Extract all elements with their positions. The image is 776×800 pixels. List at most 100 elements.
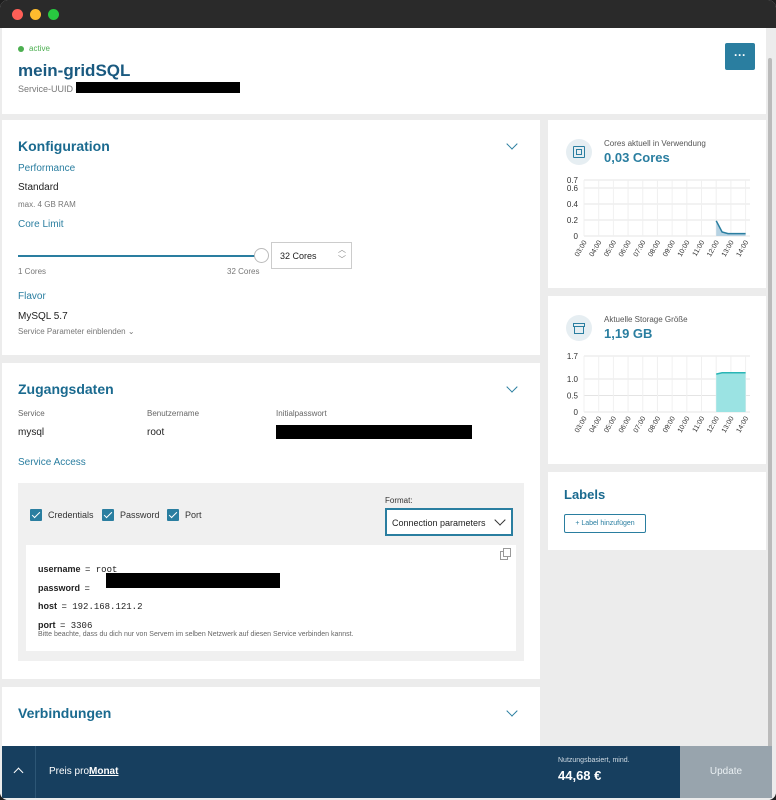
core-slider-handle[interactable] [254,248,269,263]
price-prefix: Preis pro [49,766,90,777]
config-card: Konfiguration Performance Standard max. … [2,120,540,355]
x-tick-label: 05:00 [603,239,618,258]
page-title: mein-gridSQL [18,61,131,80]
service-value: mysql [18,427,45,438]
cores-value: 0,03 Cores [604,150,670,165]
x-tick-label: 11:00 [692,415,707,433]
format-label: Format: [385,496,413,505]
x-tick-label: 08:00 [647,239,662,258]
col-user-header: Benutzername [147,409,200,418]
core-stepper-value: 32 Cores [280,251,317,261]
cpu-icon [566,139,592,165]
expand-footer-button[interactable] [2,746,36,798]
storage-value: 1,19 GB [604,326,653,341]
y-tick-label: 0.5 [567,392,579,401]
chevron-down-icon[interactable] [506,381,518,393]
col-service-header: Service [18,409,45,418]
cores-chart: 0 0.2 0.4 0.60.7 03:00 04:00 05:00 06:00 07:00 08… [567,176,750,258]
core-stepper[interactable]: 32 Cores ︿ ﹀ [271,242,352,269]
x-tick-label: 06:00 [618,239,633,258]
y-tick-label: 0 [574,232,579,241]
param-key-port: port [38,619,56,630]
series-area [716,372,746,412]
x-tick-label: 13:00 [721,239,736,258]
x-tick-label: 14:00 [735,239,750,258]
x-tick-label: 07:00 [633,239,648,258]
minimize-window-button[interactable] [30,9,41,20]
service-access-panel: Credentials Password Port Format: Connec… [18,483,524,661]
config-title: Konfiguration [18,138,110,154]
password-checkbox[interactable] [102,509,114,521]
service-access-label: Service Access [18,457,86,468]
x-tick-label: 06:00 [618,415,633,434]
add-label-button[interactable]: + Label hinzufügen [564,514,646,533]
param-key-host: host [38,601,57,611]
chevron-down-icon[interactable] [506,138,518,150]
username-value: root [147,427,165,438]
password-label: Password [120,510,160,520]
scrollbar[interactable] [768,58,772,778]
x-tick-label: 03:00 [574,239,589,258]
labels-card: Labels + Label hinzufügen [548,472,766,550]
chevron-down-icon [494,514,506,526]
performance-sub: max. 4 GB RAM [18,200,76,209]
port-checkbox[interactable] [167,509,179,521]
params-list: username = root password = host = 192.16… [38,560,142,634]
storage-chart: 0 0.5 1.0 1.7 03:00 04:00 05:00 06:00 07:00 08:00… [567,352,750,434]
y-tick-label: 1.7 [567,352,579,361]
core-limit-label: Core Limit [18,219,64,230]
service-params-label: Service Parameter einblenden [18,327,126,336]
storage-label: Aktuelle Storage Größe [604,315,688,324]
core-slider-track[interactable] [18,255,261,257]
storage-card: Aktuelle Storage Größe 1,19 GB 0 0.5 1.0 1.… [548,296,766,464]
copy-icon-back [503,548,511,557]
chevron-down-icon[interactable] [506,705,518,717]
flavor-label: Flavor [18,291,46,302]
x-tick-label: 12:00 [706,239,721,258]
x-tick-label: 10:00 [677,239,692,258]
x-tick-label: 08:00 [647,415,662,434]
x-tick-label: 09:00 [662,239,677,258]
cores-label: Cores aktuell in Verwendung [604,139,706,148]
param-key-password: password [38,582,81,593]
close-window-button[interactable] [12,9,23,20]
status-badge: active [29,44,50,53]
maximize-window-button[interactable] [48,9,59,20]
price-footer: Preis pro Monat Nutzungsbasiert, mind. 4… [2,746,772,798]
range-max-label: 32 Cores [227,267,260,276]
x-tick-label: 07:00 [633,415,648,434]
x-tick-label: 11:00 [692,239,707,257]
col-pass-header: Initialpasswort [276,409,327,418]
x-tick-label: 10:00 [677,415,692,434]
y-tick-label: 0.4 [567,200,579,209]
flavor-value: MySQL 5.7 [18,311,68,322]
cores-card: Cores aktuell in Verwendung 0,03 Cores 0… [548,120,766,288]
labels-title: Labels [564,487,606,502]
format-select-value: Connection parameters [392,518,486,528]
more-menu-button[interactable]: ··· [725,43,755,70]
y-tick-label: 0.6 [567,184,579,193]
port-label: Port [185,510,202,520]
service-uuid-label: Service-UUID c [18,84,81,94]
stepper-down-icon[interactable]: ﹀ [338,254,346,265]
x-tick-label: 03:00 [574,415,589,434]
update-button[interactable]: Update [680,746,772,798]
performance-value: Standard [18,182,59,193]
x-tick-label: 04:00 [589,415,604,434]
price-period-link[interactable]: Monat [89,766,118,777]
page-content: active mein-gridSQL Service-UUID c ··· K… [0,28,776,800]
service-params-toggle[interactable]: Service Parameter einblenden ⌄ [18,327,135,336]
storage-box-icon [566,315,592,341]
y-tick-label: 0.2 [567,216,579,225]
x-tick-label: 09:00 [662,415,677,434]
chevron-down-small-icon: ⌄ [127,327,135,336]
service-header: active mein-gridSQL Service-UUID c ··· [2,28,766,114]
connections-title: Verbindungen [18,705,112,721]
price-value: 44,68 € [558,768,602,783]
credentials-label: Credentials [48,510,94,520]
format-select[interactable]: Connection parameters [385,508,513,536]
core-slider-fill [18,255,257,257]
range-min-label: 1 Cores [18,267,47,276]
connections-card: Verbindungen [2,687,540,747]
credentials-checkbox[interactable] [30,509,42,521]
